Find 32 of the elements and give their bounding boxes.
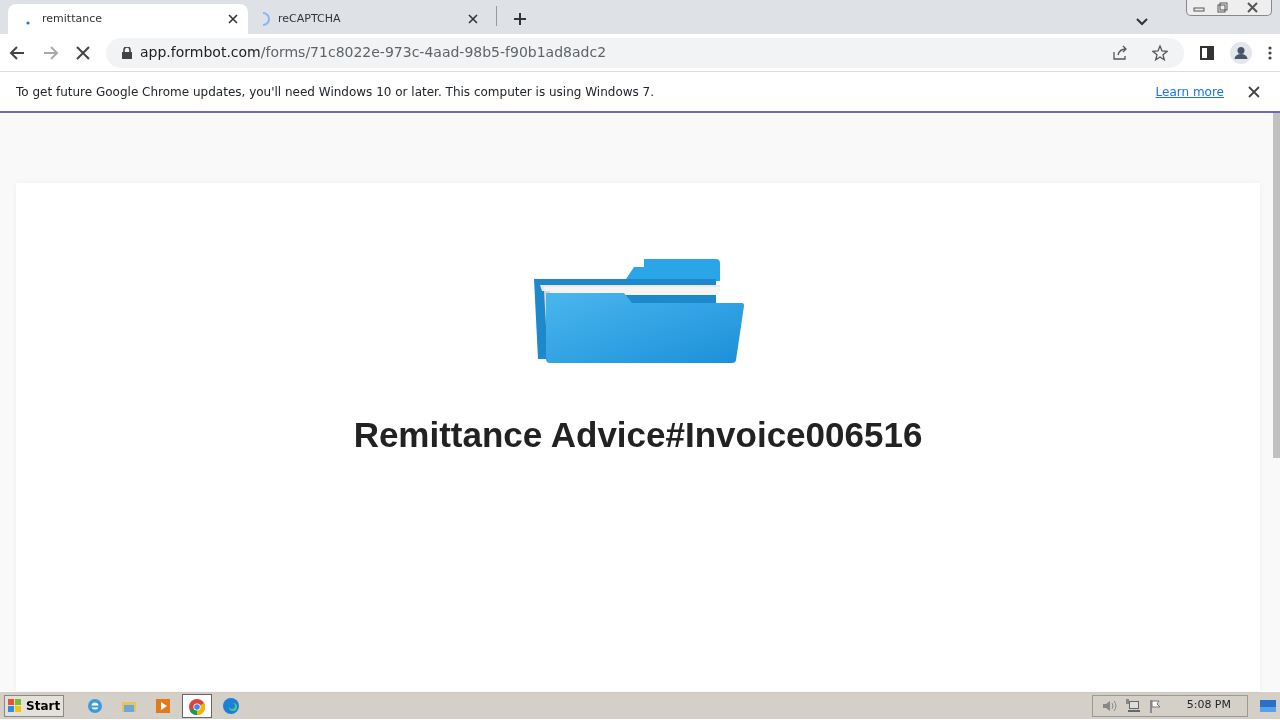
menu-icon[interactable] bbox=[1268, 45, 1272, 60]
loading-spinner-icon bbox=[262, 12, 270, 26]
profile-icon[interactable] bbox=[1230, 41, 1252, 64]
edge-icon bbox=[222, 697, 241, 715]
new-tab-icon[interactable] bbox=[513, 12, 527, 26]
network-icon[interactable] bbox=[1124, 698, 1141, 713]
url-text: app.formbot.com/forms/71c8022e-973c-4aad-98b5-f90b1ad8adc2 bbox=[140, 43, 608, 62]
page-heading: Remittance Advice#Invoice006516 bbox=[353, 417, 923, 452]
close-tab-icon[interactable] bbox=[468, 14, 478, 24]
chrome-icon bbox=[188, 698, 207, 716]
start-button[interactable]: Start bbox=[4, 694, 65, 717]
scrollbar[interactable] bbox=[1273, 113, 1280, 458]
close-tab-icon[interactable] bbox=[228, 14, 238, 24]
stop-button[interactable] bbox=[76, 45, 90, 60]
show-desktop-icon[interactable] bbox=[1260, 699, 1276, 712]
windows-logo-icon bbox=[8, 698, 22, 713]
back-button[interactable] bbox=[8, 43, 26, 62]
update-message: To get future Google Chrome updates, you'll need Windows 10 or later. This computer is using Windows 7. bbox=[16, 83, 656, 101]
lock-icon bbox=[122, 46, 132, 59]
internet-explorer-icon bbox=[86, 697, 105, 715]
chrome-taskbar-button[interactable] bbox=[182, 693, 213, 718]
side-panel-icon[interactable] bbox=[1200, 45, 1214, 60]
flag-icon[interactable] bbox=[1148, 698, 1163, 713]
star-icon[interactable] bbox=[1152, 44, 1168, 61]
media-player-icon bbox=[154, 697, 173, 715]
close-button[interactable] bbox=[1248, 85, 1260, 98]
address-bar[interactable]: app.formbot.com/forms/71c8022e-973c-4aad-98b5-f90b1ad8adc2 bbox=[106, 37, 1184, 68]
browser-tab[interactable]: remittance bbox=[8, 4, 248, 34]
favicon-icon bbox=[26, 21, 30, 25]
share-icon[interactable] bbox=[1112, 44, 1128, 61]
learn-more-link[interactable]: Learn more bbox=[1155, 82, 1224, 101]
browser-tab[interactable]: reCAPTCHA bbox=[248, 4, 488, 34]
